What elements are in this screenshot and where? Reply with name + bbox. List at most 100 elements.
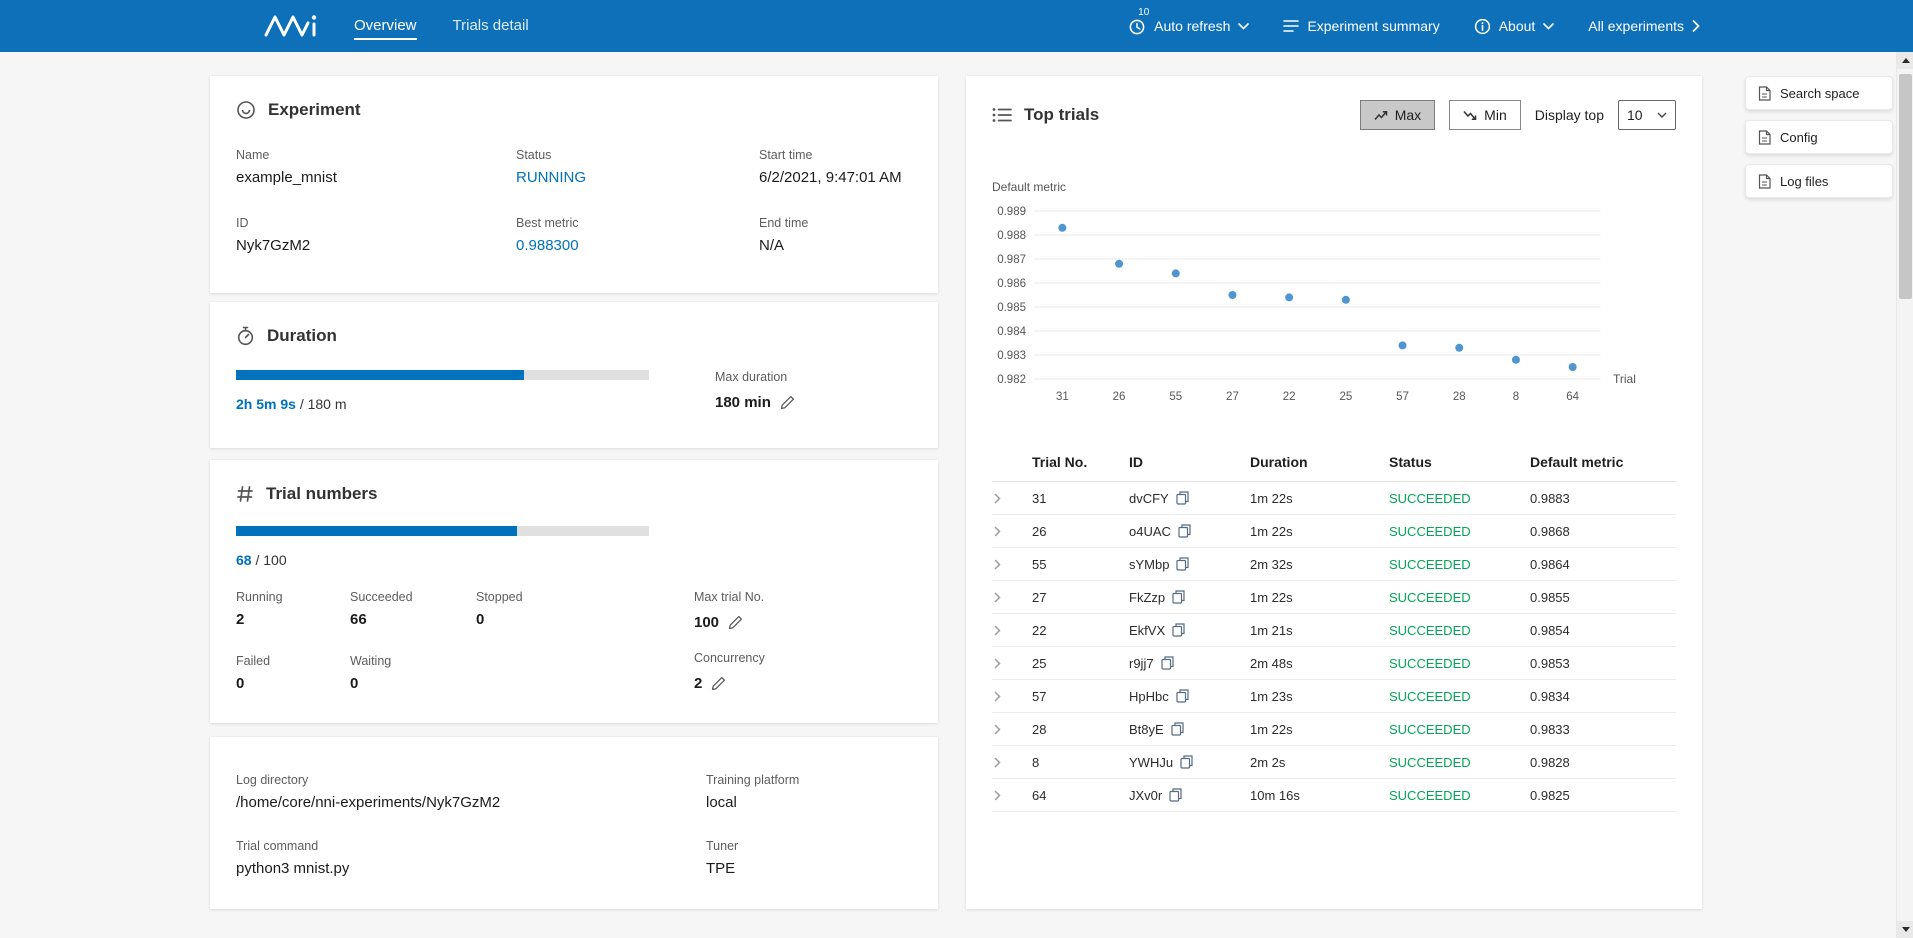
- scrollbar-up-arrow-icon[interactable]: [1897, 52, 1913, 69]
- stat-value: 2: [236, 611, 350, 628]
- duration-caption: 2h 5m 9s / 180 m: [236, 396, 649, 412]
- nni-logo: [262, 11, 320, 41]
- max-duration-label: Max duration: [715, 370, 795, 384]
- max-button[interactable]: Max: [1360, 100, 1435, 130]
- trial-id-cell: HpHbc: [1129, 689, 1250, 704]
- top-trials-chart: Default metric0.9890.9880.9870.9860.9850…: [992, 156, 1676, 414]
- table-row: 25 r9jj7 2m 48s SUCCEEDED 0.9853: [992, 647, 1676, 680]
- experiment-summary-label: Experiment summary: [1307, 18, 1439, 34]
- clock-icon-wrap: 10: [1128, 17, 1146, 35]
- copy-icon[interactable]: [1169, 788, 1182, 802]
- trial-status-cell: SUCCEEDED: [1389, 557, 1530, 572]
- max-trial-label: Max trial No.: [694, 590, 912, 604]
- svg-text:0.984: 0.984: [997, 326, 1026, 338]
- duration-total: 180 m: [308, 396, 347, 412]
- svg-text:55: 55: [1169, 391, 1182, 403]
- expand-row-chevron-icon[interactable]: [992, 788, 1003, 803]
- expand-row-chevron-icon[interactable]: [992, 623, 1003, 638]
- field-label: Training platform: [706, 773, 912, 787]
- stat-label: Succeeded: [350, 590, 476, 604]
- trial-duration-cell: 1m 22s: [1250, 491, 1389, 506]
- copy-icon[interactable]: [1178, 524, 1191, 538]
- trials-caption: 68 / 100: [236, 552, 912, 568]
- field-label: Name: [236, 148, 516, 162]
- config-icon: [1758, 130, 1771, 145]
- trial-metric-cell: 0.9883: [1530, 491, 1676, 506]
- field-label: End time: [759, 216, 912, 230]
- table-row: 22 EkfVX 1m 21s SUCCEEDED 0.9854: [992, 614, 1676, 647]
- edit-max-trial-pencil-icon[interactable]: [728, 615, 743, 630]
- copy-icon[interactable]: [1176, 491, 1189, 505]
- expand-row-chevron-icon[interactable]: [992, 689, 1003, 704]
- side-button-config[interactable]: Config: [1745, 120, 1893, 154]
- clock-icon: [1128, 17, 1146, 35]
- trial-duration-cell: 2m 2s: [1250, 755, 1389, 770]
- about-menu[interactable]: About: [1474, 18, 1555, 35]
- side-button-label: Search space: [1780, 86, 1860, 101]
- chevron-down-icon: [1238, 23, 1249, 30]
- experiment-circle-icon: [236, 100, 256, 120]
- scrollbar-thumb[interactable]: [1899, 74, 1912, 299]
- vertical-scrollbar[interactable]: [1896, 52, 1913, 938]
- experiment-field: Status RUNNING: [516, 148, 759, 186]
- svg-text:0.989: 0.989: [997, 206, 1026, 218]
- copy-icon[interactable]: [1171, 722, 1184, 736]
- trial-id-cell: FkZzp: [1129, 590, 1250, 605]
- concurrency-block: Concurrency 2: [694, 651, 912, 692]
- side-button-log-files[interactable]: Log files: [1745, 164, 1893, 198]
- table-header-row: Trial No. ID Duration Status Default met…: [992, 442, 1676, 482]
- trial-id-cell: Bt8yE: [1129, 722, 1250, 737]
- min-button[interactable]: Min: [1449, 100, 1521, 130]
- expand-row-chevron-icon[interactable]: [992, 656, 1003, 671]
- duration-separator: /: [296, 396, 308, 412]
- field-label: Tuner: [706, 839, 912, 853]
- expand-row-chevron-icon[interactable]: [992, 491, 1003, 506]
- trial-id-text: sYMbp: [1129, 557, 1169, 572]
- nni-overview-page: Overview Trials detail 10 Auto refresh E…: [0, 0, 1913, 938]
- copy-icon[interactable]: [1172, 590, 1185, 604]
- trial-id-cell: o4UAC: [1129, 524, 1250, 539]
- trial-no-cell: 31: [1032, 491, 1129, 506]
- edit-max-duration-pencil-icon[interactable]: [780, 395, 795, 410]
- trial-status-stats-grid: Running 2 Succeeded 66 Stopped 0 Failed …: [236, 590, 596, 692]
- copy-icon[interactable]: [1180, 755, 1193, 769]
- chevron-right-icon: [1692, 20, 1700, 32]
- experiment-summary-button[interactable]: Experiment summary: [1283, 18, 1439, 34]
- display-top-select[interactable]: 10: [1618, 100, 1676, 130]
- trend-up-icon: [1374, 110, 1388, 121]
- trial-duration-cell: 1m 21s: [1250, 623, 1389, 638]
- copy-icon[interactable]: [1172, 623, 1185, 637]
- nni-logo-icon: [262, 11, 320, 41]
- trial-status-cell: SUCCEEDED: [1389, 524, 1530, 539]
- search-space-icon: [1758, 86, 1771, 101]
- copy-icon[interactable]: [1176, 557, 1189, 571]
- side-button-label: Log files: [1780, 174, 1828, 189]
- scrollbar-down-arrow-icon[interactable]: [1897, 921, 1913, 938]
- tab-overview[interactable]: Overview: [354, 12, 417, 40]
- trial-id-cell: sYMbp: [1129, 557, 1250, 572]
- expand-row-chevron-icon[interactable]: [992, 557, 1003, 572]
- copy-icon[interactable]: [1176, 689, 1189, 703]
- duration-card-title: Duration: [267, 326, 337, 346]
- all-experiments-link[interactable]: All experiments: [1588, 18, 1700, 34]
- expand-row-chevron-icon[interactable]: [992, 722, 1003, 737]
- trial-numbers-card: Trial numbers 68 / 100 Running 2 Succeed…: [210, 460, 938, 723]
- stat-value: 0: [236, 675, 350, 692]
- trial-metric-cell: 0.9833: [1530, 722, 1676, 737]
- edit-concurrency-pencil-icon[interactable]: [711, 676, 726, 691]
- trial-stat: Waiting 0: [350, 654, 476, 692]
- table-row: 57 HpHbc 1m 23s SUCCEEDED 0.9834: [992, 680, 1676, 713]
- duration-card-title-row: Duration: [236, 326, 912, 346]
- expand-row-chevron-icon[interactable]: [992, 590, 1003, 605]
- tab-trials-detail[interactable]: Trials detail: [453, 12, 529, 40]
- trial-metric-cell: 0.9828: [1530, 755, 1676, 770]
- table-row: 28 Bt8yE 1m 22s SUCCEEDED 0.9833: [992, 713, 1676, 746]
- copy-icon[interactable]: [1161, 656, 1174, 670]
- expand-row-chevron-icon[interactable]: [992, 755, 1003, 770]
- expand-row-chevron-icon[interactable]: [992, 524, 1003, 539]
- svg-text:57: 57: [1396, 391, 1409, 403]
- field-value: local: [706, 794, 912, 811]
- side-button-search-space[interactable]: Search space: [1745, 76, 1893, 110]
- auto-refresh-control[interactable]: 10 Auto refresh: [1128, 17, 1249, 35]
- svg-text:0.983: 0.983: [997, 350, 1026, 362]
